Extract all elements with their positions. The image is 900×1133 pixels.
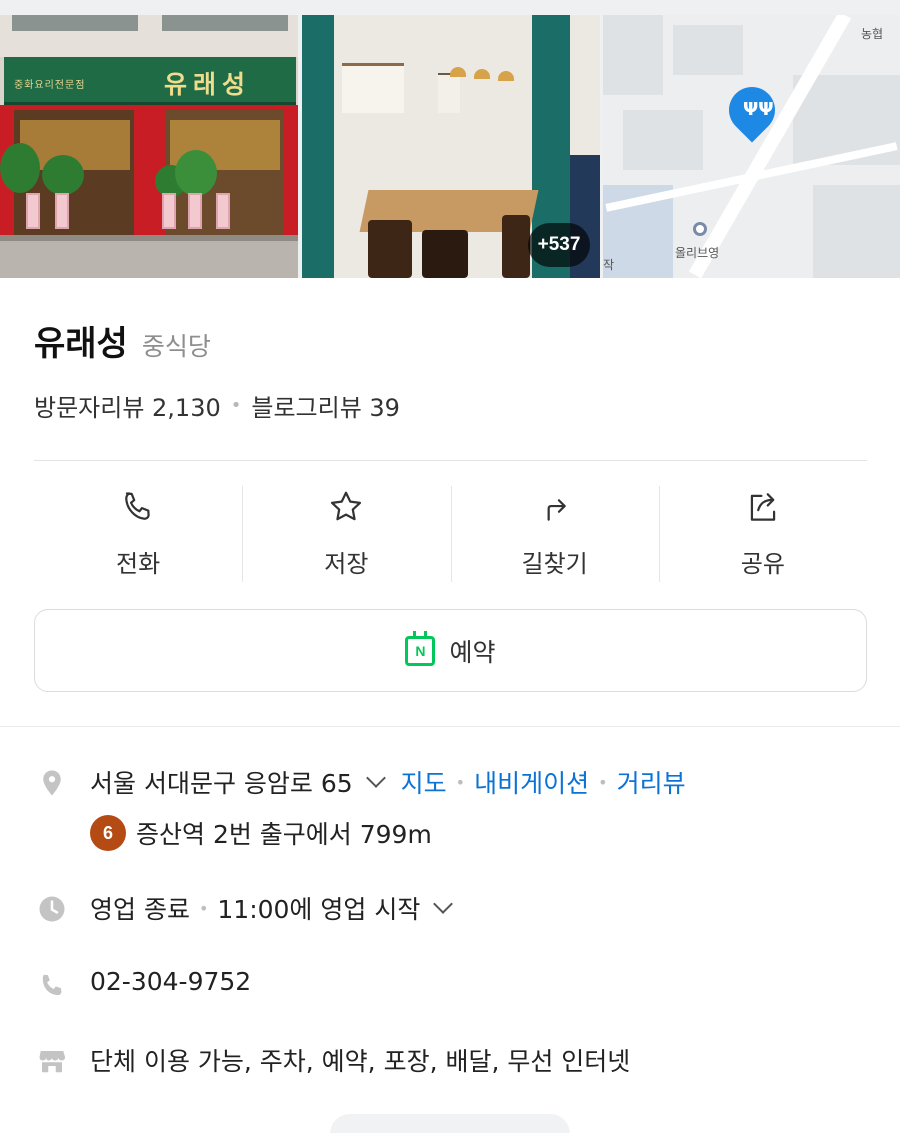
navigation-link[interactable]: 내비게이션 xyxy=(474,764,589,800)
map-block xyxy=(603,15,663,95)
store-icon xyxy=(36,1045,68,1077)
photo-strip: 중화요리전문점 유래성 ΨΨ 농협 올리브영 작 +537 xyxy=(0,0,900,278)
directions-label: 길찾기 xyxy=(521,550,588,578)
storefront-photo[interactable]: 중화요리전문점 유래성 xyxy=(0,15,298,278)
chevron-down-icon[interactable] xyxy=(433,894,454,914)
visitor-reviews-link[interactable]: 방문자리뷰 2,130 xyxy=(34,388,221,423)
amenities-row: 단체 이용 가능, 주차, 예약, 포장, 배달, 무선 인터넷 xyxy=(90,1042,630,1078)
flower-wreath xyxy=(42,155,84,195)
action-bar: 전화 저장 길찾기 공유 xyxy=(34,484,867,584)
subway-line-badge: 6 xyxy=(90,815,126,851)
hours-row[interactable]: 영업 종료 • 11:00에 영업 시작 xyxy=(90,890,468,926)
address-text: 서울 서대문구 응암로 65 xyxy=(90,769,353,798)
place-name: 유래성 xyxy=(34,325,128,363)
chair xyxy=(368,220,412,278)
subway-row: 6 증산역 2번 출구에서 799m xyxy=(90,815,432,851)
chair xyxy=(502,215,530,278)
upper-window xyxy=(12,15,138,31)
amenities-text: 단체 이용 가능, 주차, 예약, 포장, 배달, 무선 인터넷 xyxy=(90,1047,631,1076)
star-icon xyxy=(331,491,362,521)
location-pin-icon xyxy=(36,767,68,799)
phone-number[interactable]: 02-304-9752 xyxy=(90,967,251,996)
flower-wreath xyxy=(175,150,217,196)
reserve-button[interactable]: N 예약 xyxy=(34,609,867,692)
separator-dot: • xyxy=(198,898,209,918)
store-sign: 중화요리전문점 유래성 xyxy=(4,57,296,105)
store-sign-name: 유래성 xyxy=(164,70,252,99)
clock-icon xyxy=(36,893,68,925)
sidewalk xyxy=(0,241,298,278)
directions-button[interactable]: 길찾기 xyxy=(450,484,659,584)
call-label: 전화 xyxy=(116,550,161,578)
share-label: 공유 xyxy=(740,550,785,578)
chair xyxy=(422,230,468,278)
phone-icon xyxy=(125,492,150,520)
chevron-down-icon[interactable] xyxy=(365,768,386,788)
pendant-lamp xyxy=(498,71,514,81)
wreath-stand xyxy=(26,193,40,229)
map-label-corner: 작 xyxy=(603,258,615,272)
pendant-lamp xyxy=(450,67,466,77)
more-photos-badge[interactable]: +537 xyxy=(528,223,590,267)
hours-status: 영업 종료 xyxy=(90,895,190,924)
divider xyxy=(34,460,867,461)
hours-next-open: 11:00에 영업 시작 xyxy=(217,895,421,924)
wreath-stand xyxy=(55,193,69,229)
wreath-stand xyxy=(162,193,176,229)
save-label: 저장 xyxy=(324,550,369,578)
separator-dot: • xyxy=(455,772,466,792)
section-divider xyxy=(0,726,900,727)
save-button[interactable]: 저장 xyxy=(242,484,450,584)
naver-booking-icon: N xyxy=(405,630,436,666)
wreath-stand xyxy=(216,193,230,229)
wreath-stand xyxy=(188,193,202,229)
subway-distance-text: 증산역 2번 출구에서 799m xyxy=(136,820,432,849)
map-block xyxy=(673,25,743,75)
place-header: 유래성 중식당 xyxy=(34,316,211,365)
map-block xyxy=(813,185,900,278)
door-frame xyxy=(302,15,334,278)
store-sign-subtitle: 중화요리전문점 xyxy=(14,80,86,91)
blog-reviews-link[interactable]: 블로그리뷰 39 xyxy=(251,388,400,423)
map-link[interactable]: 지도 xyxy=(401,764,447,800)
station-marker xyxy=(693,222,707,236)
review-summary: 방문자리뷰 2,130 • 블로그리뷰 39 xyxy=(34,388,400,423)
upper-window xyxy=(162,15,288,31)
pendant-lamp xyxy=(474,69,490,79)
restaurant-icon: ΨΨ xyxy=(743,99,774,120)
directions-icon xyxy=(547,499,566,521)
share-icon xyxy=(750,493,776,521)
call-button[interactable]: 전화 xyxy=(34,484,242,584)
separator-dot: • xyxy=(230,395,242,416)
map-block xyxy=(623,110,703,170)
address-row: 서울 서대문구 응암로 65 지도 • 내비게이션 • 거리뷰 xyxy=(90,764,686,800)
bottom-more-button[interactable] xyxy=(330,1114,570,1133)
map-thumbnail[interactable]: ΨΨ 농협 올리브영 작 xyxy=(603,15,900,278)
separator-dot: • xyxy=(598,772,608,792)
phone-icon xyxy=(36,970,68,1002)
flower-wreath xyxy=(0,143,40,193)
share-button[interactable]: 공유 xyxy=(658,484,867,584)
place-category: 중식당 xyxy=(141,332,211,361)
street-view-link[interactable]: 거리뷰 xyxy=(617,764,686,800)
wall-painting xyxy=(438,73,460,113)
phone-row: 02-304-9752 xyxy=(90,967,251,996)
map-label-station: 올리브영 xyxy=(675,246,720,260)
map-label-bank: 농협 xyxy=(861,27,884,41)
wall-painting xyxy=(342,63,404,113)
reserve-label: 예약 xyxy=(449,637,496,667)
